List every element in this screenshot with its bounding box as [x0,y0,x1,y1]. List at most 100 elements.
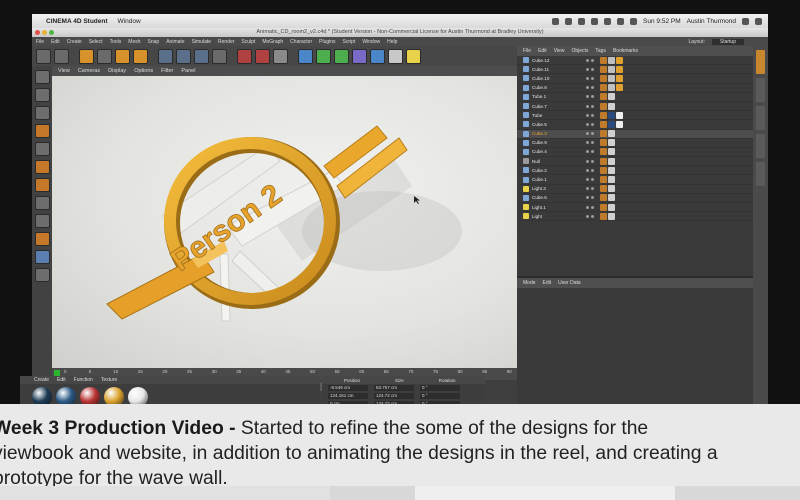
visibility-dots[interactable] [586,159,594,163]
coord-field[interactable]: 124.72 cm [374,393,414,399]
material-tab-create[interactable]: Create [34,377,49,383]
menu-render[interactable]: Render [218,39,234,45]
array-icon[interactable] [334,48,349,64]
polygons-mode-icon[interactable] [34,178,50,192]
window-menu[interactable]: Window [118,18,141,25]
object-row[interactable]: Cube.8 [517,84,753,93]
viewport-menu-options[interactable]: Options [134,68,153,74]
visibility-dots[interactable] [586,113,594,117]
object-mode-icon[interactable] [34,106,50,120]
object-tags[interactable] [600,65,623,73]
z-axis-icon[interactable] [194,48,209,64]
object-row[interactable]: Light [517,212,753,222]
object-tags[interactable] [600,93,615,101]
structure-side-tab[interactable] [756,106,765,130]
visibility-dots[interactable] [586,122,594,126]
object-tags[interactable] [600,194,615,202]
object-tags[interactable] [600,176,615,184]
object-row[interactable]: Cube.11 [517,65,753,75]
menu-tools[interactable]: Tools [110,39,122,45]
move-tool-icon[interactable] [79,48,94,64]
menu-snap[interactable]: Snap [148,39,160,45]
clock[interactable]: Sun 9:52 PM [643,18,681,25]
make-editable-icon[interactable] [34,70,50,84]
object-tags[interactable] [600,56,623,64]
scale-tool-icon[interactable] [97,48,112,64]
object-row[interactable]: Cube.1 [517,175,753,185]
object-tags[interactable] [600,185,615,193]
render-view-icon[interactable] [237,48,252,64]
object-row[interactable]: Cube.3 [517,129,753,139]
sync-icon[interactable] [565,17,573,25]
undo-icon[interactable] [36,48,51,64]
object-row[interactable]: Null [517,157,753,167]
coord-field[interactable]: 83.757 cm [374,385,414,391]
points-mode-icon[interactable] [34,142,50,156]
object-row[interactable]: Cube.12 [517,56,753,66]
coordinate-system-icon[interactable] [212,48,227,64]
bluetooth-icon[interactable] [591,17,599,25]
visibility-dots[interactable] [586,196,594,200]
edges-mode-icon[interactable] [34,160,50,174]
object-tags[interactable] [600,84,623,92]
timemachine-icon[interactable] [578,17,586,25]
menu-animate[interactable]: Animate [166,39,184,45]
viewport-menu-display[interactable]: Display [108,68,126,74]
object-row[interactable]: Cube.7 [517,102,753,112]
dropbox-icon[interactable] [552,17,560,25]
attribute-tab-edit[interactable]: Edit [543,280,552,286]
3d-viewport[interactable]: Person 2 [52,76,517,368]
user-name[interactable]: Austin Thurmond [687,18,736,25]
cube-tool-icon[interactable] [133,48,148,64]
layout-dropdown[interactable]: Startup [711,38,744,45]
minimize-button[interactable] [42,30,47,35]
object-tags[interactable] [600,166,615,174]
visibility-dots[interactable] [586,76,594,80]
object-tags[interactable] [600,139,615,147]
content-browser-side-tab[interactable] [756,78,765,102]
battery-icon[interactable] [630,17,638,25]
texture-mode-icon[interactable] [34,124,50,138]
visibility-dots[interactable] [586,86,594,90]
viewport-menu-filter[interactable]: Filter [161,68,173,74]
object-manager-tab-bookmarks[interactable]: Bookmarks [613,48,638,54]
object-row[interactable]: Cube.10 [517,74,753,84]
viewport-menu-view[interactable]: View [58,68,70,74]
object-row[interactable]: Cube.4 [517,148,753,158]
visibility-dots[interactable] [586,67,594,71]
object-row[interactable]: Light.3 [517,185,753,194]
viewport-menu-cameras[interactable]: Cameras [78,68,100,74]
material-tab-function[interactable]: Function [74,377,93,383]
object-manager-tab-view[interactable]: View [554,48,565,54]
nurbs-icon[interactable] [316,48,331,64]
object-tags[interactable] [600,130,615,138]
render-picture-icon[interactable] [255,48,270,64]
model-mode-icon[interactable] [34,88,50,102]
visibility-dots[interactable] [586,58,594,62]
object-tags[interactable] [600,102,615,110]
x-axis-icon[interactable] [158,48,173,64]
object-manager-tab-edit[interactable]: Edit [538,48,547,54]
menu-simulate[interactable]: Simulate [192,39,211,45]
snap-icon[interactable] [34,232,50,246]
camera-icon[interactable] [388,48,403,64]
menu-sculpt[interactable]: Sculpt [241,39,255,45]
visibility-dots[interactable] [586,178,594,182]
lock-workplane-icon[interactable] [34,268,50,282]
object-tags[interactable] [600,148,615,156]
object-row[interactable]: Tube [517,111,753,121]
menu-mesh[interactable]: Mesh [128,39,140,45]
object-manager-tab-objects[interactable]: Objects [571,48,588,54]
search-icon[interactable] [742,17,749,25]
object-manager-tab-file[interactable]: File [523,48,531,54]
object-manager-tab-tags[interactable]: Tags [595,48,606,54]
object-row[interactable]: Light.1 [517,203,753,213]
visibility-dots[interactable] [586,132,594,136]
coord-field[interactable]: 0 ° [420,393,460,399]
menu-select[interactable]: Select [89,39,103,45]
light-icon[interactable] [406,48,421,64]
axis-mode-icon[interactable] [34,196,50,210]
scene-icon[interactable] [370,48,385,64]
object-row[interactable]: Tube.1 [517,93,753,102]
attribute-tab-mode[interactable]: Mode [523,280,536,286]
